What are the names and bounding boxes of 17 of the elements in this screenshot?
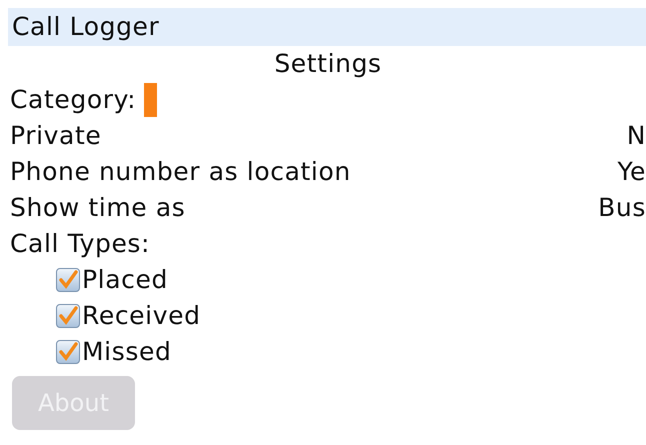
category-label: Category: <box>10 84 136 116</box>
call-types-label: Call Types: <box>10 228 150 260</box>
settings-heading: Settings <box>274 48 382 80</box>
checkbox[interactable] <box>56 340 80 364</box>
option-label: Show time as <box>10 192 186 224</box>
option-value[interactable]: Ye <box>617 154 646 190</box>
option-label: Phone number as location <box>10 156 351 188</box>
checkbox-label: Missed <box>82 336 172 368</box>
input-field[interactable] <box>144 83 158 117</box>
checkbox[interactable] <box>56 304 80 328</box>
option-value[interactable]: Bus <box>598 190 646 226</box>
window-title: Call Logger <box>12 11 160 43</box>
checkbox-label: Placed <box>82 264 168 296</box>
option-value[interactable]: N <box>626 118 646 154</box>
checkbox-label: Received <box>82 300 201 332</box>
checkbox[interactable] <box>56 268 80 292</box>
option-label: Private <box>10 120 102 152</box>
